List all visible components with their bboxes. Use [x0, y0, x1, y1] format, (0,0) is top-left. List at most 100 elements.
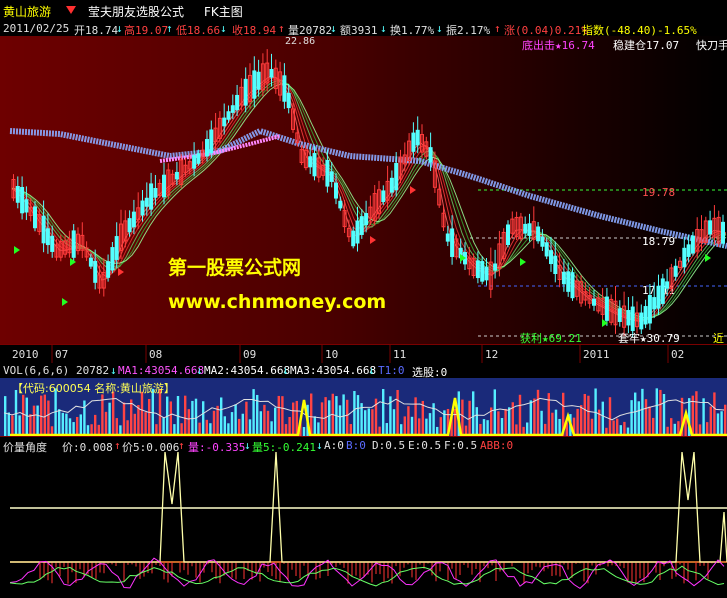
stock-name[interactable]: 黄山旅游 — [3, 3, 51, 20]
volume-bar — [238, 418, 241, 436]
candle-body — [389, 177, 394, 193]
volume-bar — [580, 405, 583, 436]
volume-bar — [695, 391, 698, 436]
volume-panel[interactable]: 【代码:600054 名称:黄山旅游】 — [0, 378, 727, 436]
volume-bar — [536, 389, 540, 436]
candle-body — [312, 153, 317, 177]
volume-bar — [252, 389, 255, 436]
candle-body — [144, 197, 149, 207]
volume-bar — [414, 397, 417, 436]
dropdown-arrow-icon[interactable] — [66, 6, 76, 14]
volume-bar — [144, 412, 147, 436]
candle-body — [114, 236, 119, 260]
candlestick-chart[interactable]: 底出击★16.74 稳建仓17.07 快刀手 22.86 19.78 18.79… — [0, 36, 727, 344]
volume-bar — [630, 400, 633, 436]
candle-body — [411, 132, 416, 152]
volume-bar — [58, 409, 61, 436]
volume-bar — [212, 410, 216, 436]
candle-body — [338, 200, 343, 209]
volume-bar — [533, 398, 536, 436]
volume-bar — [259, 411, 262, 436]
volume-bar — [115, 418, 118, 436]
candle-body — [450, 228, 455, 257]
vol-ma2: MA2:43054.668 — [204, 364, 291, 377]
candle-body — [286, 92, 291, 109]
candle-body — [708, 220, 713, 235]
candle-body — [506, 224, 510, 246]
volume-bar — [94, 414, 97, 436]
buy-signal-arrow — [62, 298, 68, 306]
vol-ma1: MA1:43054.668 — [118, 364, 205, 377]
angle-e: E:0.5 — [408, 439, 442, 452]
candle-body — [480, 261, 485, 282]
volume-bar — [428, 413, 432, 436]
candle-body — [329, 171, 334, 182]
volume-bar — [356, 395, 360, 436]
date-label-08: 08 — [149, 348, 162, 361]
volume-bar — [328, 400, 331, 436]
candle-body — [153, 188, 158, 198]
angle-b: B:0 — [346, 439, 366, 452]
volume-bar — [169, 401, 172, 436]
volume-bar — [248, 419, 252, 436]
candle-body — [88, 257, 93, 267]
volume-chart[interactable]: 【代码:600054 名称:黄山旅游】 — [0, 378, 727, 436]
title-bar: 黄山旅游 莹夫朋友选股公式 FK主图 — [0, 0, 727, 20]
quick-knife-label: 快刀手 — [696, 38, 727, 52]
candle-body — [549, 250, 553, 265]
volume-bar — [662, 394, 666, 436]
price-volume-angle-panel[interactable] — [0, 452, 727, 598]
volume-bar — [720, 411, 723, 436]
price-volume-angle-header[interactable]: 价量角度 价:0.008 ↑ 价5:0.006 ↑ 量:-0.335 ↓ 量5:… — [0, 436, 727, 454]
angle-a: A:0 — [324, 439, 344, 452]
candle-body — [626, 310, 631, 326]
volume-bar — [410, 416, 414, 436]
trapped-label: 套牢★30.79 — [618, 331, 680, 344]
volume-bar — [263, 404, 266, 436]
ma-line — [11, 75, 727, 323]
candle-body — [639, 312, 644, 330]
candle-body — [50, 235, 55, 252]
volume-bar — [65, 413, 68, 436]
volume-bar — [184, 395, 187, 436]
quote-info-bar: 2011/02/25 开18.74 ↓ 高19.07 ↑ 低18.66 ↓ 收1… — [3, 22, 697, 37]
candle-body — [604, 296, 609, 321]
main-chart-panel[interactable]: 底出击★16.74 稳建仓17.07 快刀手 22.86 19.78 18.79… — [0, 36, 727, 344]
candle-body — [269, 69, 274, 78]
candle-body — [540, 236, 545, 247]
date-axis: 2010 07 08 09 10 11 12 2011 02 — [0, 344, 727, 363]
candle-body — [630, 306, 635, 332]
date-label-11: 11 — [393, 348, 406, 361]
buy-signal-arrow — [705, 254, 711, 262]
volume-bar — [234, 404, 237, 436]
candle-body — [660, 278, 665, 304]
date-label-12: 12 — [485, 348, 498, 361]
vol-value: 20782 — [76, 364, 110, 377]
angle-f: F:0.5 — [444, 439, 478, 452]
date-label-09: 09 — [243, 348, 256, 361]
candle-body — [643, 306, 648, 325]
volume-indicator-header[interactable]: VOL(6,6,6) 20782 ↓ MA1:43054.668 ↓ MA2:4… — [0, 362, 727, 379]
volume-bar — [724, 404, 727, 436]
ma-line — [11, 78, 727, 322]
candle-body — [656, 285, 661, 309]
volume-bar — [641, 388, 644, 436]
candle-body — [415, 129, 420, 146]
candle-body — [325, 159, 330, 187]
steady-build-label: 稳建仓17.07 — [613, 38, 679, 52]
volume-bar — [101, 394, 104, 436]
ma-line — [11, 77, 727, 322]
level-label-2: 18.79 — [642, 235, 675, 248]
volume-bar — [353, 391, 356, 436]
volume-bar — [587, 395, 590, 436]
candle-body — [359, 216, 364, 235]
volume-bar — [292, 402, 295, 436]
volume-bar — [716, 413, 720, 436]
vol-name: VOL(6,6,6) — [3, 364, 70, 377]
angle-chart[interactable] — [0, 452, 727, 598]
date-value: 2011/02/25 — [3, 22, 70, 35]
near-label: 近 — [713, 332, 724, 344]
volume-bar — [342, 394, 345, 436]
volume-bar — [25, 397, 28, 436]
main-chart-label: FK主图 — [204, 5, 243, 19]
